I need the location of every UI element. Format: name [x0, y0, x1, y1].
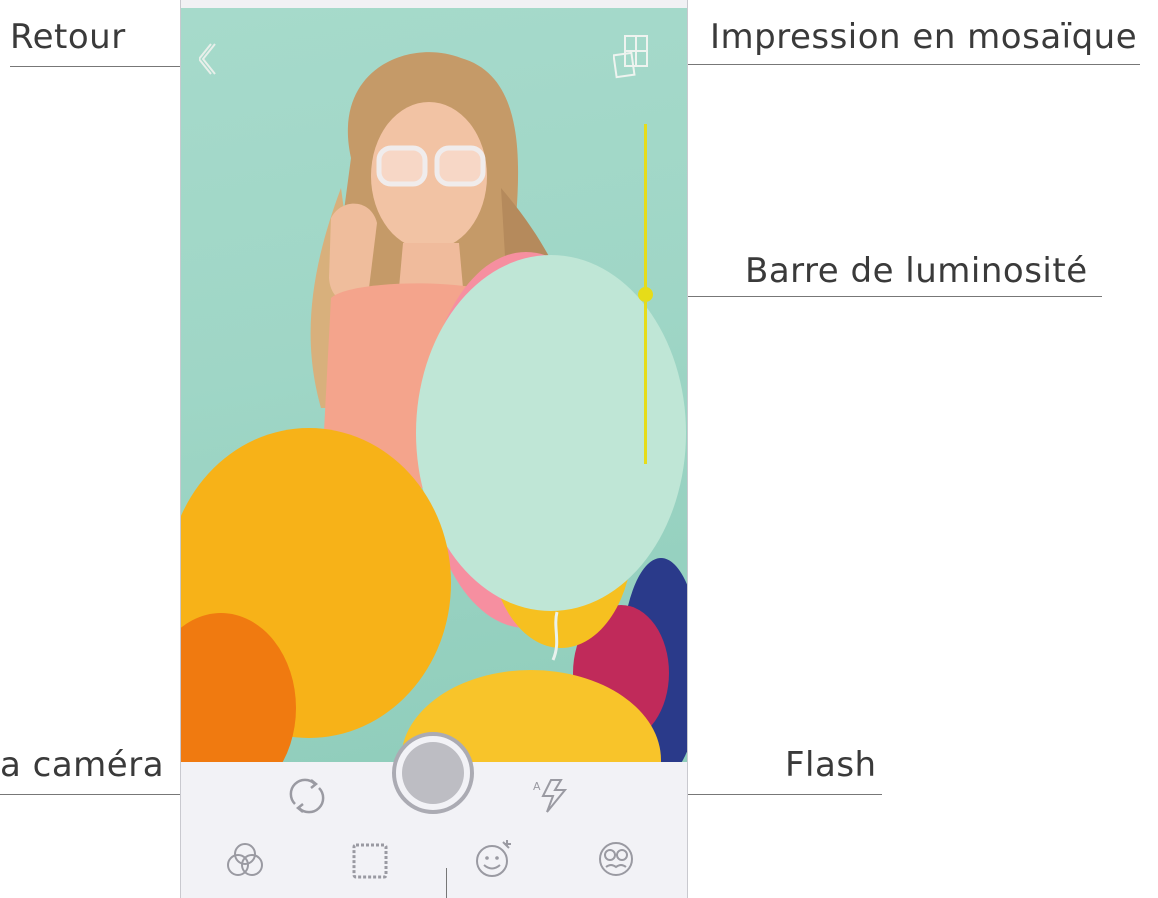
svg-text:A: A — [533, 780, 541, 793]
callout-flash: Flash — [785, 745, 877, 785]
callout-back-line — [10, 66, 200, 67]
brightness-handle[interactable] — [638, 286, 653, 302]
photo-neck — [399, 243, 463, 288]
rotate-camera-icon[interactable] — [285, 776, 329, 816]
viewfinder-photo — [181, 52, 687, 762]
shutter-button[interactable] — [392, 732, 474, 814]
callout-stickers-line — [446, 868, 447, 898]
sticker-smiley-icon[interactable] — [473, 838, 515, 880]
camera-screen: A — [180, 0, 688, 898]
face-mask-icon[interactable] — [595, 838, 637, 880]
callout-brightness-line — [660, 296, 1102, 297]
frame-border-icon[interactable] — [351, 842, 389, 880]
shutter-inner — [402, 742, 464, 804]
callout-camera: a caméra — [0, 745, 165, 785]
camera-viewfinder — [181, 8, 687, 762]
callout-brightness: Barre de luminosité — [745, 251, 1088, 291]
callout-back: Retour — [10, 17, 126, 57]
callout-mosaic-line — [672, 64, 1140, 65]
flash-auto-icon[interactable]: A — [533, 776, 571, 816]
chevron-left-icon[interactable] — [199, 42, 219, 76]
color-filter-icon[interactable] — [225, 840, 265, 880]
tile-grid-icon[interactable] — [613, 34, 649, 82]
photo-glasses-right — [434, 145, 486, 187]
callout-mosaic: Impression en mosaïque — [710, 17, 1138, 57]
photo-glasses-left — [376, 145, 428, 187]
